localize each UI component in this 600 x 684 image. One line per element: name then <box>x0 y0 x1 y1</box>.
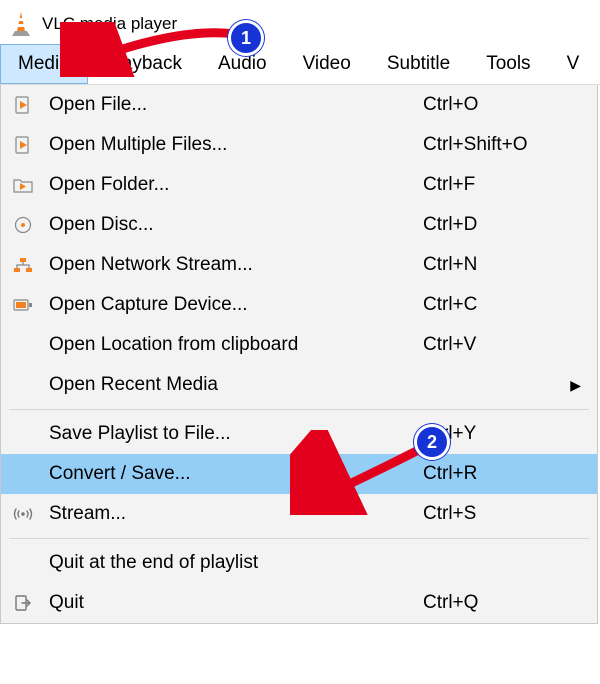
title-bar: VLC media player <box>0 0 600 44</box>
menuitem-label: Save Playlist to File... <box>45 423 231 445</box>
menuitem-label: Quit <box>45 592 84 614</box>
file-play-icon <box>1 136 45 154</box>
menuitem-open-file[interactable]: Open File... Ctrl+O <box>1 85 597 125</box>
menuitem-shortcut: Ctrl+C <box>423 294 563 316</box>
menu-separator <box>9 409 589 410</box>
menuitem-label: Stream... <box>45 503 126 525</box>
menu-subtitle[interactable]: Subtitle <box>369 44 468 84</box>
menuitem-label: Open Capture Device... <box>45 294 248 316</box>
menuitem-open-location-clipboard[interactable]: Open Location from clipboard Ctrl+V <box>1 325 597 365</box>
submenu-caret-icon: ▶ <box>563 377 585 394</box>
menuitem-label: Open File... <box>45 94 147 116</box>
menu-playback[interactable]: ayback <box>88 44 200 84</box>
menuitem-shortcut: Ctrl+D <box>423 214 563 236</box>
menu-video[interactable]: Video <box>285 44 369 84</box>
menuitem-open-disc[interactable]: Open Disc... Ctrl+D <box>1 205 597 245</box>
window-title: VLC media player <box>42 14 177 34</box>
stream-icon <box>1 507 45 521</box>
network-icon <box>1 257 45 273</box>
menuitem-shortcut: Ctrl+V <box>423 334 563 356</box>
vlc-logo-icon <box>8 11 34 37</box>
menu-separator <box>9 538 589 539</box>
menuitem-quit[interactable]: Quit Ctrl+Q <box>1 583 597 623</box>
file-play-icon <box>1 96 45 114</box>
menuitem-shortcut: Ctrl+O <box>423 94 563 116</box>
menuitem-label: Convert / Save... <box>45 463 191 485</box>
menuitem-shortcut: Ctrl+Q <box>423 592 563 614</box>
menuitem-convert-save[interactable]: Convert / Save... Ctrl+R <box>1 454 597 494</box>
menuitem-open-multiple-files[interactable]: Open Multiple Files... Ctrl+Shift+O <box>1 125 597 165</box>
menuitem-quit-end-playlist[interactable]: Quit at the end of playlist <box>1 543 597 583</box>
menuitem-stream[interactable]: Stream... Ctrl+S <box>1 494 597 534</box>
menuitem-label: Open Location from clipboard <box>45 334 298 356</box>
media-dropdown: Open File... Ctrl+O Open Multiple Files.… <box>0 85 598 624</box>
quit-icon <box>1 594 45 612</box>
menu-media[interactable]: Media <box>0 44 88 84</box>
menuitem-shortcut: Ctrl+N <box>423 254 563 276</box>
menuitem-label: Open Network Stream... <box>45 254 253 276</box>
menuitem-label: Open Disc... <box>45 214 154 236</box>
menuitem-shortcut: Ctrl+R <box>423 463 563 485</box>
menuitem-label: Open Multiple Files... <box>45 134 227 156</box>
menuitem-save-playlist[interactable]: Save Playlist to File... Ctrl+Y <box>1 414 597 454</box>
menuitem-open-network-stream[interactable]: Open Network Stream... Ctrl+N <box>1 245 597 285</box>
folder-play-icon <box>1 177 45 193</box>
menu-tools[interactable]: Tools <box>468 44 548 84</box>
menu-more[interactable]: V <box>549 44 582 84</box>
annotation-badge-1: 1 <box>228 20 264 56</box>
menuitem-label: Quit at the end of playlist <box>45 552 258 574</box>
menuitem-open-capture-device[interactable]: Open Capture Device... Ctrl+C <box>1 285 597 325</box>
menuitem-open-folder[interactable]: Open Folder... Ctrl+F <box>1 165 597 205</box>
menuitem-shortcut: Ctrl+F <box>423 174 563 196</box>
menuitem-label: Open Folder... <box>45 174 169 196</box>
menu-bar: Media ayback Audio Video Subtitle Tools … <box>0 44 600 85</box>
disc-icon <box>1 216 45 234</box>
menuitem-shortcut: Ctrl+S <box>423 503 563 525</box>
menuitem-shortcut: Ctrl+Shift+O <box>423 134 563 156</box>
capture-icon <box>1 297 45 313</box>
menuitem-open-recent-media[interactable]: Open Recent Media ▶ <box>1 365 597 405</box>
annotation-badge-2: 2 <box>414 424 450 460</box>
menuitem-label: Open Recent Media <box>45 374 218 396</box>
